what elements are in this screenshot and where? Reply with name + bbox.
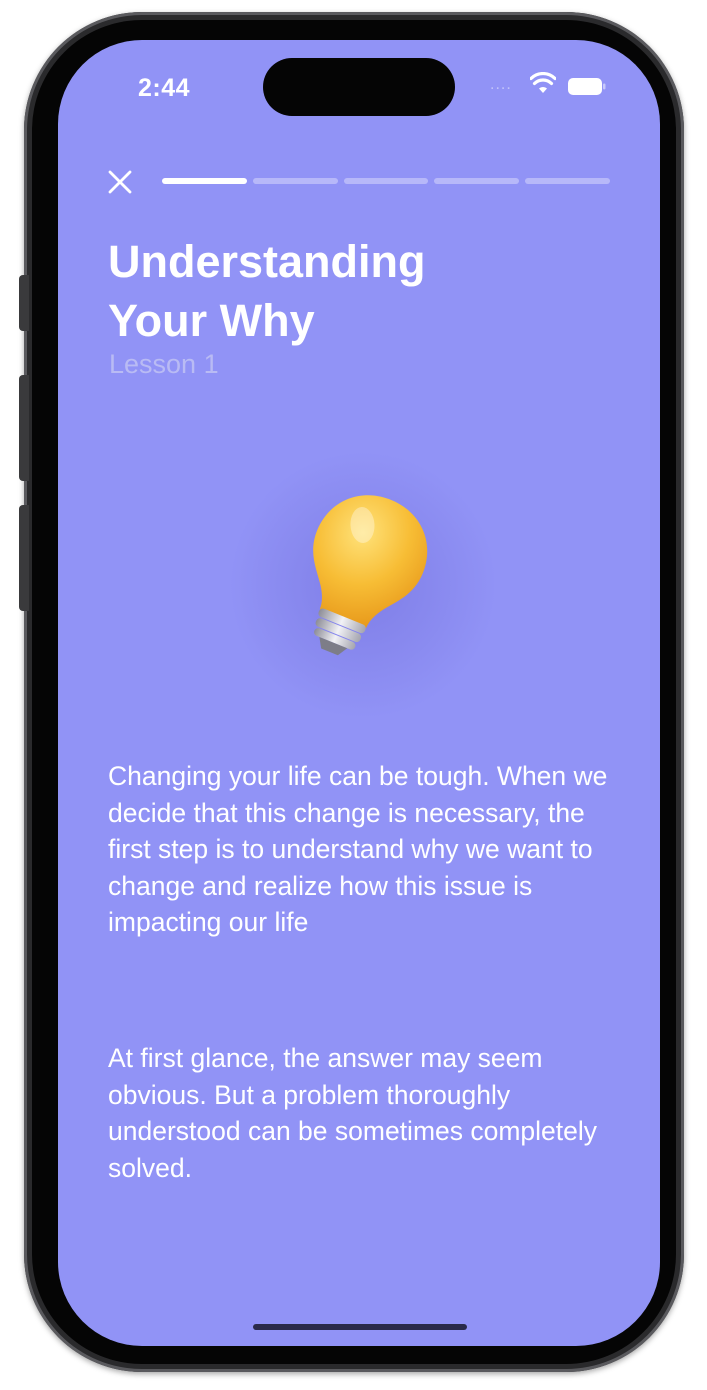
lesson-progress-bar: [162, 178, 610, 184]
progress-segment: [525, 178, 610, 184]
volume-up-button: [19, 375, 29, 481]
progress-segment: [434, 178, 520, 184]
home-indicator[interactable]: [253, 1324, 467, 1330]
progress-segment: [252, 178, 338, 184]
screen: 2:44 .... Understanding Your Why Lesson …: [58, 40, 660, 1346]
lightbulb-icon: [313, 495, 428, 656]
lesson-title: Understanding Your Why: [108, 236, 426, 346]
status-time: 2:44: [138, 74, 191, 102]
dynamic-island: [263, 58, 455, 116]
mute-switch: [19, 275, 29, 331]
lesson-paragraph: Changing your life can be tough. When we…: [108, 761, 608, 937]
lesson-paragraph: At first glance, the answer may seem obv…: [108, 1043, 598, 1183]
lesson-subtitle: Lesson 1: [109, 349, 219, 379]
wifi-icon: [530, 72, 556, 93]
battery-icon: [568, 78, 606, 95]
close-icon[interactable]: [104, 166, 136, 198]
signal-dots: ....: [490, 76, 512, 93]
volume-down-button: [19, 505, 29, 611]
progress-segment: [343, 178, 429, 184]
progress-segment: [162, 178, 247, 184]
